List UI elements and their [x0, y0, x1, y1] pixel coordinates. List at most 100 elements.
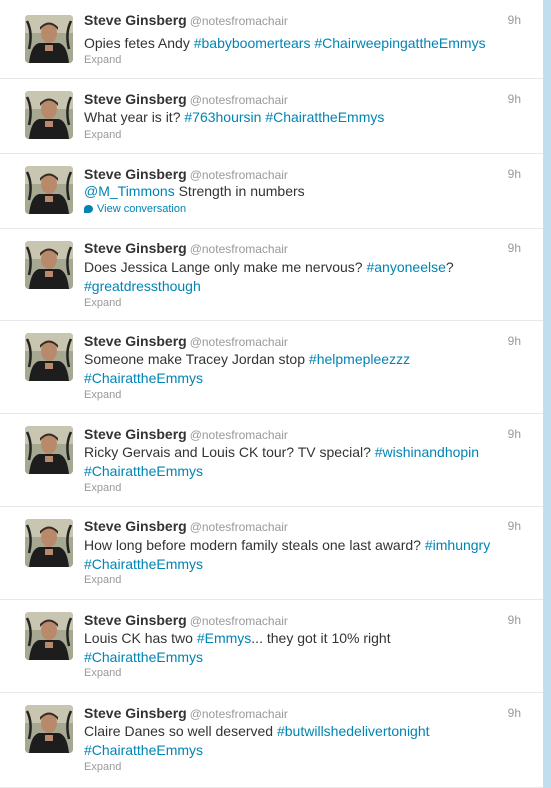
- timestamp[interactable]: 9h: [508, 427, 521, 441]
- hashtag-link[interactable]: #helpmepleezzz: [309, 351, 410, 367]
- tweet-text-segment: Louis CK has two: [84, 630, 197, 646]
- author-name-text[interactable]: Steve Ginsberg: [84, 518, 187, 534]
- hashtag-link[interactable]: #imhungry: [425, 537, 490, 553]
- author-handle[interactable]: @notesfromachair: [190, 335, 288, 349]
- expand-link[interactable]: Expand: [84, 297, 121, 309]
- timestamp[interactable]: 9h: [508, 706, 521, 720]
- action-label[interactable]: View conversation: [97, 203, 186, 215]
- author-name-text[interactable]: Steve Ginsberg: [84, 91, 187, 107]
- author-name[interactable]: Steve Ginsberg @notesfromachair: [84, 705, 288, 721]
- author-name-text[interactable]: Steve Ginsberg: [84, 426, 187, 442]
- hashtag-link[interactable]: #ChairweepingattheEmmys: [314, 35, 485, 51]
- avatar[interactable]: [25, 166, 73, 214]
- timestamp[interactable]: 9h: [508, 167, 521, 181]
- author-name-text[interactable]: Steve Ginsberg: [84, 12, 187, 28]
- action-label[interactable]: Expand: [84, 761, 121, 773]
- tweet-text: @M_Timmons Strength in numbers: [84, 182, 524, 201]
- author-name-text[interactable]: Steve Ginsberg: [84, 166, 187, 182]
- timestamp[interactable]: 9h: [508, 241, 521, 255]
- tweet-text: Ricky Gervais and Louis CK tour? TV spec…: [84, 443, 524, 481]
- tweet-item[interactable]: Steve Ginsberg @notesfromachair 9h Someone …: [0, 321, 543, 414]
- hashtag-link[interactable]: #butwillshedelivertonight: [277, 723, 430, 739]
- hashtag-link[interactable]: #ChairattheEmmys: [84, 742, 203, 758]
- tweet-text: Someone make Tracey Jordan stop #helpmep…: [84, 350, 524, 388]
- author-name-text[interactable]: Steve Ginsberg: [84, 612, 187, 628]
- author-name[interactable]: Steve Ginsberg @notesfromachair: [84, 166, 288, 182]
- tweet-item[interactable]: Steve Ginsberg @notesfromachair 9h @M_Timmo…: [0, 154, 543, 229]
- author-name[interactable]: Steve Ginsberg @notesfromachair: [84, 240, 288, 256]
- author-name[interactable]: Steve Ginsberg @notesfromachair: [84, 612, 288, 628]
- avatar[interactable]: [25, 519, 73, 567]
- mention-link[interactable]: @M_Timmons: [84, 183, 175, 199]
- tweet-item[interactable]: Steve Ginsberg @notesfromachair 9h Ricky Ge…: [0, 414, 543, 507]
- tweet-item[interactable]: Steve Ginsberg @notesfromachair 9h Claire D…: [0, 693, 543, 788]
- author-handle[interactable]: @notesfromachair: [190, 614, 288, 628]
- author-name[interactable]: Steve Ginsberg @notesfromachair: [84, 333, 288, 349]
- expand-link[interactable]: Expand: [84, 761, 121, 773]
- hashtag-link[interactable]: #ChairattheEmmys: [84, 649, 203, 665]
- expand-link[interactable]: Expand: [84, 54, 121, 66]
- author-name[interactable]: Steve Ginsberg @notesfromachair: [84, 518, 288, 534]
- hashtag-link[interactable]: #greatdressthough: [84, 278, 201, 294]
- timestamp[interactable]: 9h: [508, 334, 521, 348]
- avatar[interactable]: [25, 612, 73, 660]
- action-label[interactable]: Expand: [84, 482, 121, 494]
- tweet-text: Claire Danes so well deserved #butwillsh…: [84, 722, 524, 760]
- tweet-text: Does Jessica Lange only make me nervous?…: [84, 258, 524, 296]
- avatar[interactable]: [25, 15, 73, 63]
- author-handle[interactable]: @notesfromachair: [190, 93, 288, 107]
- avatar[interactable]: [25, 705, 73, 753]
- timestamp[interactable]: 9h: [508, 613, 521, 627]
- tweet-text-segment: Opies fetes Andy: [84, 35, 194, 51]
- author-name[interactable]: Steve Ginsberg @notesfromachair: [84, 91, 288, 107]
- expand-link[interactable]: Expand: [84, 389, 121, 401]
- author-handle[interactable]: @notesfromachair: [190, 707, 288, 721]
- timestamp[interactable]: 9h: [508, 92, 521, 106]
- hashtag-link[interactable]: #wishinandhopin: [375, 444, 479, 460]
- timestamp[interactable]: 9h: [508, 13, 521, 27]
- hashtag-link[interactable]: #ChairattheEmmys: [84, 463, 203, 479]
- avatar[interactable]: [25, 426, 73, 474]
- author-name-text[interactable]: Steve Ginsberg: [84, 240, 187, 256]
- hashtag-link[interactable]: #763hoursin: [184, 109, 261, 125]
- conversation-bubble-icon: [84, 205, 93, 213]
- tweet-text: Opies fetes Andy #babyboomertears #Chair…: [84, 34, 524, 53]
- author-name-text[interactable]: Steve Ginsberg: [84, 333, 187, 349]
- tweet-item[interactable]: Steve Ginsberg @notesfromachair 9h Opies fe…: [0, 0, 543, 79]
- tweet-item[interactable]: Steve Ginsberg @notesfromachair 9h Louis CK…: [0, 600, 543, 693]
- author-handle[interactable]: @notesfromachair: [190, 520, 288, 534]
- tweet-text: Louis CK has two #Emmys... they got it 1…: [84, 629, 524, 667]
- tweet-text: How long before modern family steals one…: [84, 536, 524, 574]
- action-label[interactable]: Expand: [84, 129, 121, 141]
- author-handle[interactable]: @notesfromachair: [190, 242, 288, 256]
- avatar[interactable]: [25, 241, 73, 289]
- avatar[interactable]: [25, 333, 73, 381]
- hashtag-link[interactable]: #Emmys: [197, 630, 251, 646]
- action-label[interactable]: Expand: [84, 389, 121, 401]
- tweet-item[interactable]: Steve Ginsberg @notesfromachair 9h How long…: [0, 507, 543, 600]
- hashtag-link[interactable]: #ChairattheEmmys: [265, 109, 384, 125]
- action-label[interactable]: Expand: [84, 667, 121, 679]
- hashtag-link[interactable]: #anyoneelse: [366, 259, 445, 275]
- author-handle[interactable]: @notesfromachair: [190, 14, 288, 28]
- tweet-item[interactable]: Steve Ginsberg @notesfromachair 9h Does Jes…: [0, 229, 543, 321]
- action-label[interactable]: Expand: [84, 54, 121, 66]
- hashtag-link[interactable]: #ChairattheEmmys: [84, 370, 203, 386]
- expand-link[interactable]: Expand: [84, 482, 121, 494]
- expand-link[interactable]: Expand: [84, 129, 121, 141]
- author-name[interactable]: Steve Ginsberg @notesfromachair: [84, 426, 288, 442]
- timestamp[interactable]: 9h: [508, 519, 521, 533]
- author-name[interactable]: Steve Ginsberg @notesfromachair: [84, 12, 288, 28]
- expand-link[interactable]: Expand: [84, 667, 121, 679]
- author-handle[interactable]: @notesfromachair: [190, 428, 288, 442]
- author-name-text[interactable]: Steve Ginsberg: [84, 705, 187, 721]
- tweet-item[interactable]: Steve Ginsberg @notesfromachair 9h What yea…: [0, 79, 543, 154]
- action-label[interactable]: Expand: [84, 297, 121, 309]
- expand-link[interactable]: Expand: [84, 574, 121, 586]
- hashtag-link[interactable]: #ChairattheEmmys: [84, 556, 203, 572]
- avatar[interactable]: [25, 91, 73, 139]
- action-label[interactable]: Expand: [84, 574, 121, 586]
- hashtag-link[interactable]: #babyboomertears: [194, 35, 311, 51]
- view-conversation-link[interactable]: View conversation: [84, 203, 186, 215]
- author-handle[interactable]: @notesfromachair: [190, 168, 288, 182]
